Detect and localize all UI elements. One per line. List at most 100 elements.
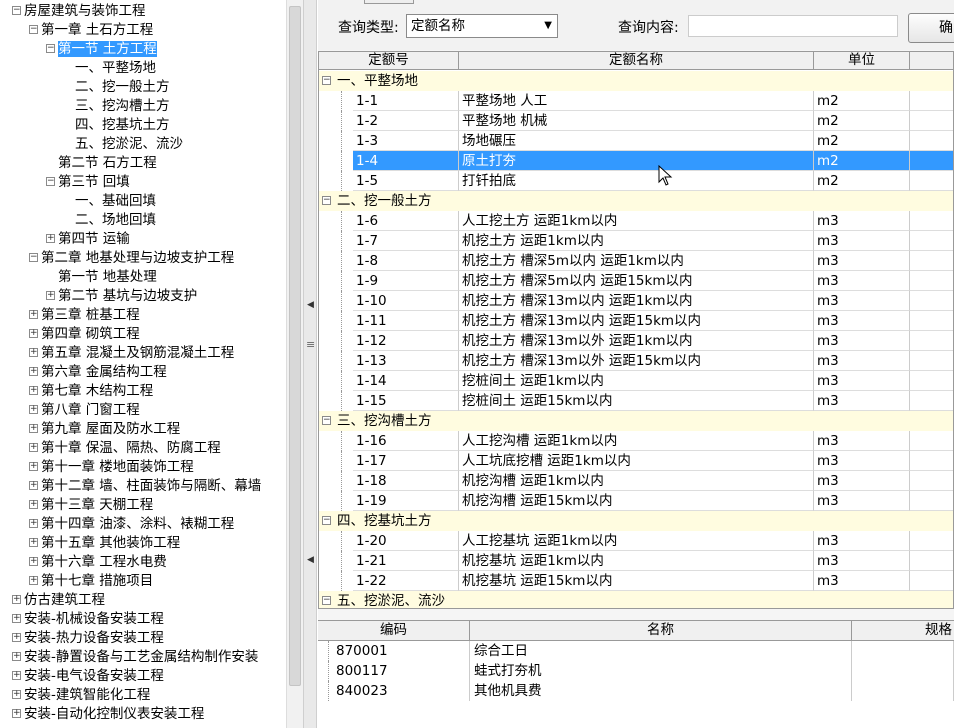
tree-item[interactable]: + 第十章 保温、隔热、防腐工程 — [29, 439, 221, 458]
cell-code[interactable]: 1-11 — [353, 311, 459, 331]
plus-box-icon[interactable]: + — [29, 385, 38, 395]
table-row[interactable]: 1-10 机挖土方 槽深13m以内 运距1km以内 m3 — [319, 291, 953, 311]
cell-code[interactable]: 1-2 — [353, 111, 459, 131]
res-cell-name[interactable]: 蛙式打夯机 — [470, 661, 852, 681]
cell-name[interactable]: 人工挖基坑 运距1km以内 — [459, 531, 814, 551]
plus-box-icon[interactable]: + — [29, 537, 38, 547]
cell-unit[interactable]: m3 — [814, 491, 910, 511]
res-cell-code[interactable]: 800117 — [332, 661, 470, 681]
tree-item[interactable]: + 第三章 桩基工程 — [29, 306, 140, 325]
cell-unit[interactable]: m3 — [814, 571, 910, 591]
tree-item[interactable]: + 第十七章 措施项目 — [29, 572, 153, 591]
table-row[interactable]: 1-11 机挖土方 槽深13m以内 运距15km以内 m3 — [319, 311, 953, 331]
cell-unit[interactable]: m3 — [814, 291, 910, 311]
cell-unit[interactable]: m2 — [814, 151, 910, 171]
cell-code[interactable]: 1-22 — [353, 571, 459, 591]
plus-box-icon[interactable]: + — [29, 499, 38, 509]
table-row[interactable]: 1-16 人工挖沟槽 运距1km以内 m3 — [319, 431, 953, 451]
cell-extra[interactable] — [910, 231, 953, 251]
plus-box-icon[interactable]: + — [29, 404, 38, 414]
cell-name[interactable]: 打钎拍底 — [459, 171, 814, 191]
tree-item[interactable]: + 第十五章 其他装饰工程 — [29, 534, 180, 553]
tree-item[interactable]: − 第三节 回填 — [46, 173, 130, 192]
res-cell-name[interactable]: 其他机具费 — [470, 681, 852, 701]
tree-item[interactable]: 五、挖淤泥、流沙 — [63, 135, 183, 154]
tree-item[interactable]: + 第八章 门窗工程 — [29, 401, 140, 420]
cell-unit[interactable]: m3 — [814, 531, 910, 551]
plus-box-icon[interactable]: + — [12, 594, 21, 604]
tree-item[interactable]: − 第二章 地基处理与边坡支护工程 — [29, 249, 234, 268]
cell-name[interactable]: 机挖沟槽 运距15km以内 — [459, 491, 814, 511]
tree-item[interactable]: 第二节 石方工程 — [46, 154, 157, 173]
cell-code[interactable]: 1-10 — [353, 291, 459, 311]
cell-code[interactable]: 1-5 — [353, 171, 459, 191]
tree-item[interactable]: + 安装-电气设备安装工程 — [12, 667, 164, 686]
minus-box-icon[interactable]: − — [322, 596, 331, 605]
tree-item[interactable]: + 安装-建筑智能化工程 — [12, 686, 150, 705]
cell-name[interactable]: 人工挖土方 运距1km以内 — [459, 211, 814, 231]
cell-extra[interactable] — [910, 171, 953, 191]
cell-code[interactable]: 1-7 — [353, 231, 459, 251]
cell-extra[interactable] — [910, 451, 953, 471]
cell-code[interactable]: 1-13 — [353, 351, 459, 371]
table-row[interactable]: 1-9 机挖土方 槽深5m以内 运距15km以内 m3 — [319, 271, 953, 291]
cell-code[interactable]: 1-20 — [353, 531, 459, 551]
cell-extra[interactable] — [910, 491, 953, 511]
cell-name[interactable]: 机挖土方 槽深13m以外 运距15km以内 — [459, 351, 814, 371]
tree-item[interactable]: + 安装-机械设备安装工程 — [12, 610, 164, 629]
plus-box-icon[interactable]: + — [12, 689, 21, 699]
top-tab[interactable] — [364, 0, 414, 4]
plus-box-icon[interactable]: + — [29, 518, 38, 528]
panel-splitter[interactable]: ◀ ≡ ◀ — [303, 0, 317, 728]
cell-unit[interactable]: m3 — [814, 251, 910, 271]
cell-code[interactable]: 1-4 — [353, 151, 459, 171]
cell-extra[interactable] — [910, 431, 953, 451]
tree-item[interactable]: + 第九章 屋面及防水工程 — [29, 420, 180, 439]
tree-item[interactable]: + 第十三章 天棚工程 — [29, 496, 153, 515]
tree-item[interactable]: + 安装-静置设备与工艺金属结构制作安装 — [12, 648, 258, 667]
cell-extra[interactable] — [910, 351, 953, 371]
cell-extra[interactable] — [910, 91, 953, 111]
collapse-left-icon-2[interactable]: ◀ — [307, 555, 314, 565]
plus-box-icon[interactable]: + — [29, 461, 38, 471]
cell-name[interactable]: 机挖基坑 运距15km以内 — [459, 571, 814, 591]
tree-item[interactable]: + 第六章 金属结构工程 — [29, 363, 167, 382]
cell-name[interactable]: 机挖基坑 运距1km以内 — [459, 551, 814, 571]
tree-item[interactable]: 三、挖沟槽土方 — [63, 97, 170, 116]
col-header-name[interactable]: 定额名称 — [459, 52, 814, 70]
plus-box-icon[interactable]: + — [29, 423, 38, 433]
cell-name[interactable]: 原土打夯 — [459, 151, 814, 171]
cell-code[interactable]: 1-1 — [353, 91, 459, 111]
cell-unit[interactable]: m3 — [814, 451, 910, 471]
cell-name[interactable]: 人工挖沟槽 运距1km以内 — [459, 431, 814, 451]
tree-item[interactable]: 四、挖基坑土方 — [63, 116, 170, 135]
cell-name[interactable]: 机挖土方 槽深13m以外 运距1km以内 — [459, 331, 814, 351]
table-row[interactable]: 1-20 人工挖基坑 运距1km以内 m3 — [319, 531, 953, 551]
res-header-name[interactable]: 名称 — [470, 621, 852, 641]
tree-item[interactable]: + 第十四章 油漆、涂料、裱糊工程 — [29, 515, 234, 534]
cell-name[interactable]: 机挖沟槽 运距1km以内 — [459, 471, 814, 491]
cell-extra[interactable] — [910, 371, 953, 391]
table-row[interactable]: 1-2 平整场地 机械 m2 — [319, 111, 953, 131]
tree-item[interactable]: + 第十一章 楼地面装饰工程 — [29, 458, 194, 477]
collapse-left-icon[interactable]: ◀ — [307, 300, 314, 310]
minus-box-icon[interactable]: − — [322, 196, 331, 205]
tree-item[interactable]: + 第四章 砌筑工程 — [29, 325, 140, 344]
plus-box-icon[interactable]: + — [46, 233, 55, 243]
cell-extra[interactable] — [910, 291, 953, 311]
minus-box-icon[interactable]: − — [322, 516, 331, 525]
cell-code[interactable]: 1-14 — [353, 371, 459, 391]
scrollbar-thumb[interactable] — [289, 6, 301, 686]
cell-extra[interactable] — [910, 271, 953, 291]
query-content-input[interactable] — [688, 15, 898, 37]
table-row[interactable]: 1-5 打钎拍底 m2 — [319, 171, 953, 191]
cell-extra[interactable] — [910, 471, 953, 491]
tree-item[interactable]: 第一节 地基处理 — [46, 268, 157, 287]
cell-code[interactable]: 1-12 — [353, 331, 459, 351]
tree-item[interactable]: + 安装-热力设备安装工程 — [12, 629, 164, 648]
minus-box-icon[interactable]: − — [29, 252, 38, 262]
table-row[interactable]: 1-12 机挖土方 槽深13m以外 运距1km以内 m3 — [319, 331, 953, 351]
plus-box-icon[interactable]: + — [46, 290, 55, 300]
cell-name[interactable]: 人工坑底挖槽 运距1km以内 — [459, 451, 814, 471]
plus-box-icon[interactable]: + — [29, 442, 38, 452]
